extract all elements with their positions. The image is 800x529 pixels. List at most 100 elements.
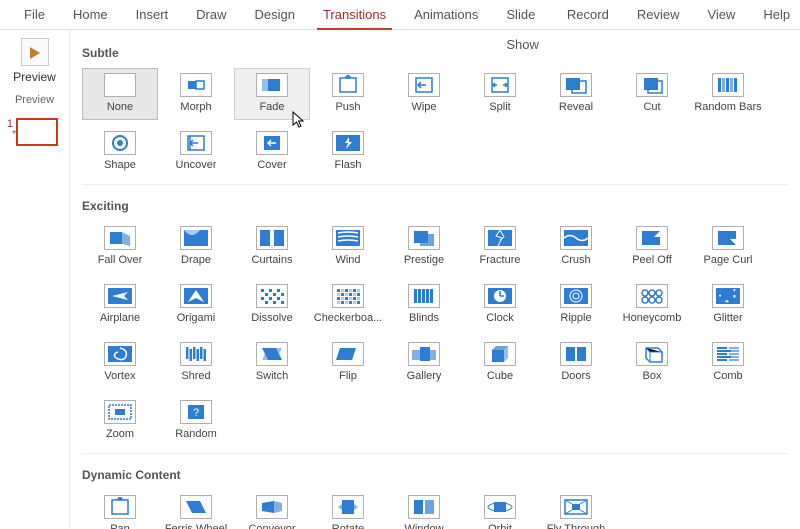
preview-play-icon bbox=[21, 38, 49, 66]
transition-gallery[interactable]: Gallery bbox=[386, 337, 462, 389]
transition-drape[interactable]: Drape bbox=[158, 221, 234, 273]
ribbon-tab-insert[interactable]: Insert bbox=[122, 0, 183, 30]
transition-shred[interactable]: Shred bbox=[158, 337, 234, 389]
transition-blinds[interactable]: Blinds bbox=[386, 279, 462, 331]
transition-cut[interactable]: Cut bbox=[614, 68, 690, 120]
transition-fly-through[interactable]: Fly Through bbox=[538, 490, 614, 529]
flash-icon bbox=[332, 131, 364, 155]
ribbon-tab-draw[interactable]: Draw bbox=[182, 0, 240, 30]
ribbon-tab-review[interactable]: Review bbox=[623, 0, 694, 30]
transition-pan[interactable]: Pan bbox=[82, 490, 158, 529]
transition-shape[interactable]: Shape bbox=[82, 126, 158, 178]
ribbon-tab-help[interactable]: Help bbox=[749, 0, 800, 30]
transition-morph[interactable]: Morph bbox=[158, 68, 234, 120]
orbit-icon bbox=[484, 495, 516, 519]
ribbon-tab-transitions[interactable]: Transitions bbox=[309, 0, 400, 30]
transition-split[interactable]: Split bbox=[462, 68, 538, 120]
transition-ripple[interactable]: Ripple bbox=[538, 279, 614, 331]
transition-doors[interactable]: Doors bbox=[538, 337, 614, 389]
transition-glitter[interactable]: Glitter bbox=[690, 279, 766, 331]
transition-ferris-wheel[interactable]: Ferris Wheel bbox=[158, 490, 234, 529]
randombars-icon bbox=[712, 73, 744, 97]
transition-box[interactable]: Box bbox=[614, 337, 690, 389]
slide-thumbnail-1[interactable] bbox=[16, 118, 58, 146]
transition-page-curl[interactable]: Page Curl bbox=[690, 221, 766, 273]
left-panel: Preview Preview 1 * bbox=[0, 30, 70, 529]
ribbon-tab-animations[interactable]: Animations bbox=[400, 0, 492, 30]
transition-conveyor[interactable]: Conveyor bbox=[234, 490, 310, 529]
ribbon-tab-view[interactable]: View bbox=[693, 0, 749, 30]
transition-label: Random bbox=[175, 428, 217, 440]
transition-label: Dissolve bbox=[251, 312, 293, 324]
shape-icon bbox=[104, 131, 136, 155]
transition-comb[interactable]: Comb bbox=[690, 337, 766, 389]
conveyor-icon bbox=[256, 495, 288, 519]
transition-clock[interactable]: Clock bbox=[462, 279, 538, 331]
transition-label: Uncover bbox=[176, 159, 217, 171]
transition-origami[interactable]: Origami bbox=[158, 279, 234, 331]
transition-label: Switch bbox=[256, 370, 288, 382]
curtains-icon bbox=[256, 226, 288, 250]
ribbon-tab-slide-show[interactable]: Slide Show bbox=[492, 0, 553, 30]
transition-random[interactable]: ?Random bbox=[158, 395, 234, 447]
transition-dissolve[interactable]: Dissolve bbox=[234, 279, 310, 331]
transition-label: Fly Through bbox=[547, 523, 606, 529]
transition-flash[interactable]: Flash bbox=[310, 126, 386, 178]
transition-wind[interactable]: Wind bbox=[310, 221, 386, 273]
ribbon-tabs: FileHomeInsertDrawDesignTransitionsAnima… bbox=[0, 0, 800, 30]
main-area: Preview Preview 1 * SubtleNoneMorphFadeP… bbox=[0, 30, 800, 529]
transition-reveal[interactable]: Reveal bbox=[538, 68, 614, 120]
vortex-icon bbox=[104, 342, 136, 366]
transition-label: Fall Over bbox=[98, 254, 143, 266]
transition-grid: Pan Ferris WheelConveyorRotate Window Orbit… bbox=[82, 490, 788, 529]
transition-honeycomb[interactable]: Honeycomb bbox=[614, 279, 690, 331]
ribbon-tab-home[interactable]: Home bbox=[59, 0, 122, 30]
transition-label: Curtains bbox=[252, 254, 293, 266]
ribbon-tab-design[interactable]: Design bbox=[241, 0, 309, 30]
transition-push[interactable]: Push bbox=[310, 68, 386, 120]
gallery-icon bbox=[408, 342, 440, 366]
fade-icon bbox=[256, 73, 288, 97]
transition-crush[interactable]: Crush bbox=[538, 221, 614, 273]
transition-rotate[interactable]: Rotate bbox=[310, 490, 386, 529]
transition-peel-off[interactable]: Peel Off bbox=[614, 221, 690, 273]
transition-window[interactable]: Window bbox=[386, 490, 462, 529]
section-title: Dynamic Content bbox=[82, 468, 788, 482]
transition-prestige[interactable]: Prestige bbox=[386, 221, 462, 273]
ribbon-tab-file[interactable]: File bbox=[10, 0, 59, 30]
zoom-icon bbox=[104, 400, 136, 424]
transition-curtains[interactable]: Curtains bbox=[234, 221, 310, 273]
fallover-icon bbox=[104, 226, 136, 250]
transition-cube[interactable]: Cube bbox=[462, 337, 538, 389]
transition-fracture[interactable]: Fracture bbox=[462, 221, 538, 273]
transition-random-bars[interactable]: Random Bars bbox=[690, 68, 766, 120]
preview-button[interactable]: Preview bbox=[13, 38, 56, 84]
transition-label: Fracture bbox=[480, 254, 521, 266]
transition-switch[interactable]: Switch bbox=[234, 337, 310, 389]
transition-vortex[interactable]: Vortex bbox=[82, 337, 158, 389]
transition-flip[interactable]: Flip bbox=[310, 337, 386, 389]
flythrough-icon bbox=[560, 495, 592, 519]
ribbon-tab-record[interactable]: Record bbox=[553, 0, 623, 30]
transition-label: Push bbox=[335, 101, 360, 113]
transition-fall-over[interactable]: Fall Over bbox=[82, 221, 158, 273]
transition-uncover[interactable]: Uncover bbox=[158, 126, 234, 178]
transition-label: Box bbox=[643, 370, 662, 382]
transition-label: Zoom bbox=[106, 428, 134, 440]
transition-label: Reveal bbox=[559, 101, 593, 113]
none-icon bbox=[104, 73, 136, 97]
transition-label: None bbox=[107, 101, 133, 113]
transition-checkerboa-[interactable]: Checkerboa... bbox=[310, 279, 386, 331]
transition-label: Pan bbox=[110, 523, 130, 529]
transition-label: Window bbox=[404, 523, 443, 529]
transition-zoom[interactable]: Zoom bbox=[82, 395, 158, 447]
transition-orbit[interactable]: Orbit bbox=[462, 490, 538, 529]
transition-wipe[interactable]: Wipe bbox=[386, 68, 462, 120]
transition-cover[interactable]: Cover bbox=[234, 126, 310, 178]
transition-label: Morph bbox=[180, 101, 211, 113]
transition-none[interactable]: None bbox=[82, 68, 158, 120]
transition-fade[interactable]: Fade bbox=[234, 68, 310, 120]
cube-icon bbox=[484, 342, 516, 366]
transition-airplane[interactable]: Airplane bbox=[82, 279, 158, 331]
fracture-icon bbox=[484, 226, 516, 250]
